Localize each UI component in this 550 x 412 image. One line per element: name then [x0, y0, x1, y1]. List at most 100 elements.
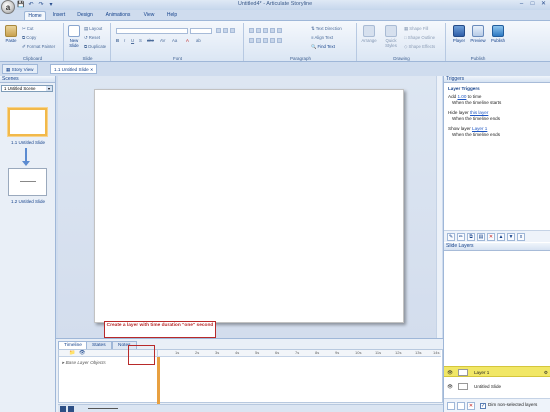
dim-checkbox[interactable]: ✓: [480, 403, 486, 409]
tab-view[interactable]: View: [139, 11, 159, 20]
clear-format-icon[interactable]: [230, 28, 235, 33]
shrink-font-icon[interactable]: [223, 28, 228, 33]
highlight-icon[interactable]: ab: [196, 38, 201, 43]
eye-icon[interactable]: 👁: [79, 350, 85, 356]
layer-row-layer-1[interactable]: 👁 Layer 1 ⚙: [444, 366, 550, 377]
tab-states[interactable]: States: [86, 341, 112, 349]
align-left-icon[interactable]: [249, 38, 254, 43]
close-icon[interactable]: ✕: [539, 1, 548, 8]
font-family-combo[interactable]: [116, 28, 188, 34]
delete-trigger-icon[interactable]: ✕: [487, 233, 495, 241]
format-painter-button[interactable]: ✐ Format Painter: [22, 44, 55, 50]
chevron-down-icon[interactable]: ▾: [46, 86, 52, 91]
text-direction-button[interactable]: ⇅ Text Direction: [311, 26, 342, 32]
tab-insert[interactable]: Insert: [48, 11, 70, 20]
playhead[interactable]: [157, 357, 160, 404]
quick-styles-button[interactable]: Quick Styles: [380, 25, 402, 48]
tab-home[interactable]: Home: [24, 11, 46, 20]
shape-outline-button[interactable]: □ Shape Outline: [404, 35, 435, 40]
shape-effects-button[interactable]: ◇ Shape Effects: [404, 44, 435, 50]
layer-thumbnail: [458, 369, 468, 376]
font-group-label: Font: [172, 56, 182, 61]
scene-select[interactable]: 1 Untitled Scene ▾: [1, 85, 53, 92]
shape-fill-button[interactable]: ▦ Shape Fill: [404, 26, 428, 32]
story-view-tab[interactable]: ▦ Story View: [2, 64, 38, 74]
justify-icon[interactable]: [270, 38, 275, 43]
tab-timeline[interactable]: Timeline: [58, 341, 88, 349]
eye-icon[interactable]: 👁: [447, 367, 453, 378]
slide-thumbnail-1[interactable]: [8, 108, 47, 136]
layout-button[interactable]: ▤ Layout: [84, 26, 102, 32]
underline-icon[interactable]: U: [131, 38, 134, 43]
edit-trigger-icon[interactable]: ✏: [457, 233, 465, 241]
trigger-item[interactable]: Show layer Layer 1: [448, 126, 487, 131]
align-center-icon[interactable]: [256, 38, 261, 43]
scenes-header: Scenes: [0, 76, 55, 83]
eye-icon[interactable]: 👁: [447, 381, 453, 392]
numbering-icon[interactable]: [256, 28, 261, 33]
move-down-icon[interactable]: ▼: [507, 233, 515, 241]
slide-thumbnail-2[interactable]: [8, 168, 47, 196]
new-trigger-icon[interactable]: ✎: [447, 233, 455, 241]
slide-tab[interactable]: 1.1 Untitled Slide ✕: [50, 64, 98, 74]
copy-button[interactable]: ⧉ Copy: [22, 35, 36, 40]
scenes-panel: Scenes 1 Untitled Scene ▾ 1.1 Untitled S…: [0, 76, 56, 412]
arrange-button[interactable]: Arrange: [358, 25, 380, 43]
play-icon[interactable]: [68, 406, 74, 412]
decrease-indent-icon[interactable]: [263, 28, 268, 33]
slide-thumbnail-label: 1.2 Untitled Slide: [10, 199, 46, 204]
layer-options-icon[interactable]: ⚙: [544, 367, 548, 378]
font-size-combo[interactable]: [190, 28, 212, 34]
minimize-icon[interactable]: –: [517, 1, 526, 8]
timeline-ruler[interactable]: 1s 2s 3s 4s 5s 6s 7s 8s 9s 10s 11s 12s 1…: [157, 350, 441, 357]
align-right-icon[interactable]: [263, 38, 268, 43]
increase-indent-icon[interactable]: [270, 28, 275, 33]
layer-row-base[interactable]: 👁 Untitled Slide: [444, 381, 550, 392]
case-icon[interactable]: Aa: [172, 38, 177, 43]
preview-button[interactable]: Preview: [468, 25, 488, 43]
paste-button[interactable]: Paste: [3, 25, 19, 43]
strikethrough-icon[interactable]: abc: [147, 38, 154, 43]
stage-scrollbar[interactable]: [436, 76, 442, 338]
duplicate-layer-icon[interactable]: [457, 402, 465, 410]
columns-icon[interactable]: [277, 38, 282, 43]
italic-icon[interactable]: I: [124, 38, 125, 43]
cut-button[interactable]: ✂ Cut: [22, 26, 33, 32]
app-menu-button[interactable]: a: [1, 0, 15, 14]
tab-animations[interactable]: Animations: [100, 11, 136, 20]
trigger-item[interactable]: Add 1.00 to time: [448, 94, 481, 99]
bullets-icon[interactable]: [249, 28, 254, 33]
close-tab-icon[interactable]: ✕: [90, 67, 93, 72]
find-text-button[interactable]: 🔍 Find Text: [311, 44, 335, 50]
zoom-slider[interactable]: [88, 408, 118, 409]
trigger-link[interactable]: this layer: [470, 110, 488, 115]
align-text-button[interactable]: ≡ Align Text: [311, 35, 333, 40]
bold-icon[interactable]: B: [116, 38, 119, 43]
line-spacing-icon[interactable]: [277, 28, 282, 33]
paste-trigger-icon[interactable]: ▤: [477, 233, 485, 241]
folder-icon[interactable]: 📁: [69, 350, 75, 356]
stop-icon[interactable]: [60, 406, 66, 412]
publish-button[interactable]: Publish: [488, 25, 508, 43]
grow-font-icon[interactable]: [216, 28, 221, 33]
maximize-icon[interactable]: □: [528, 1, 537, 8]
reset-button[interactable]: ↺ Reset: [84, 35, 100, 41]
move-up-icon[interactable]: ▲: [497, 233, 505, 241]
new-layer-icon[interactable]: [447, 402, 455, 410]
trigger-link[interactable]: Layer 1: [472, 126, 487, 131]
variables-icon[interactable]: x: [517, 233, 525, 241]
delete-layer-icon[interactable]: ✕: [467, 402, 475, 410]
copy-label: Copy: [26, 35, 37, 40]
trigger-item[interactable]: Hide layer this layer: [448, 110, 488, 115]
shadow-icon[interactable]: S: [139, 38, 142, 43]
tab-help[interactable]: Help: [162, 11, 182, 20]
duplicate-button[interactable]: ⧉ Duplicate: [84, 44, 106, 49]
trigger-action: Show layer: [448, 126, 473, 131]
slide-canvas[interactable]: [94, 89, 404, 323]
player-button[interactable]: Player: [450, 25, 468, 43]
new-slide-button[interactable]: New Slide: [66, 25, 82, 48]
spacing-icon[interactable]: AV: [160, 38, 165, 43]
font-color-icon[interactable]: A: [186, 38, 189, 43]
tab-design[interactable]: Design: [73, 11, 97, 20]
copy-trigger-icon[interactable]: ⧉: [467, 233, 475, 241]
